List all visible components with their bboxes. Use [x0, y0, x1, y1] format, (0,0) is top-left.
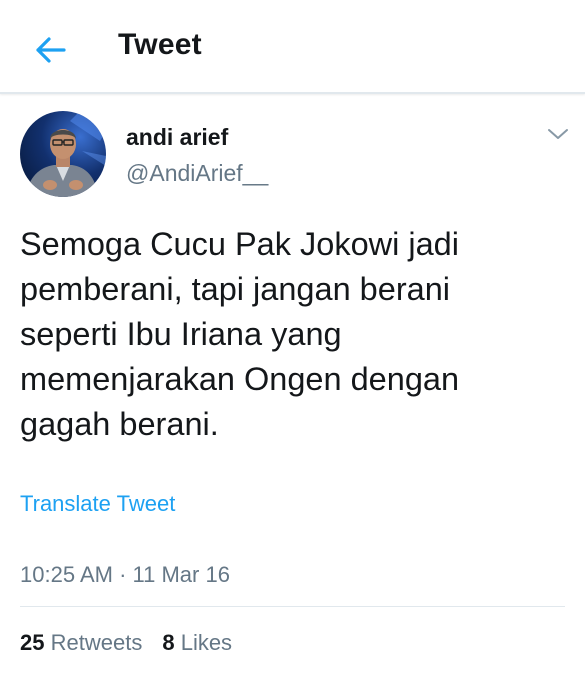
page-title: Tweet	[118, 28, 202, 61]
tweet-timestamp: 10:25 AM · 11 Mar 16	[20, 562, 230, 588]
author-handle[interactable]: @AndiArief__	[126, 160, 268, 187]
divider	[20, 606, 565, 607]
tweet-stats: 25 Retweets 8 Likes	[20, 630, 232, 656]
tweet-date: 11 Mar 16	[132, 562, 230, 587]
chevron-down-icon	[548, 129, 568, 139]
likes-label: Likes	[180, 630, 233, 655]
avatar[interactable]	[20, 111, 106, 197]
retweets-label: Retweets	[50, 630, 143, 655]
tweet-time: 10:25 AM	[20, 562, 113, 587]
back-button[interactable]	[30, 30, 70, 70]
timestamp-separator: ·	[119, 562, 133, 587]
retweets-count[interactable]: 25 Retweets	[20, 630, 142, 656]
tweet-text: Semoga Cucu Pak Jokowi jadi pemberani, t…	[20, 226, 460, 442]
likes-number: 8	[162, 630, 175, 655]
top-bar: Tweet	[0, 0, 585, 94]
author-name[interactable]: andi arief	[126, 124, 228, 151]
more-options-button[interactable]	[546, 124, 570, 144]
likes-count[interactable]: 8 Likes	[162, 630, 232, 656]
retweets-number: 25	[20, 630, 45, 655]
avatar-image	[20, 111, 106, 197]
translate-tweet-link[interactable]: Translate Tweet	[20, 491, 175, 517]
arrow-left-icon	[36, 37, 66, 63]
